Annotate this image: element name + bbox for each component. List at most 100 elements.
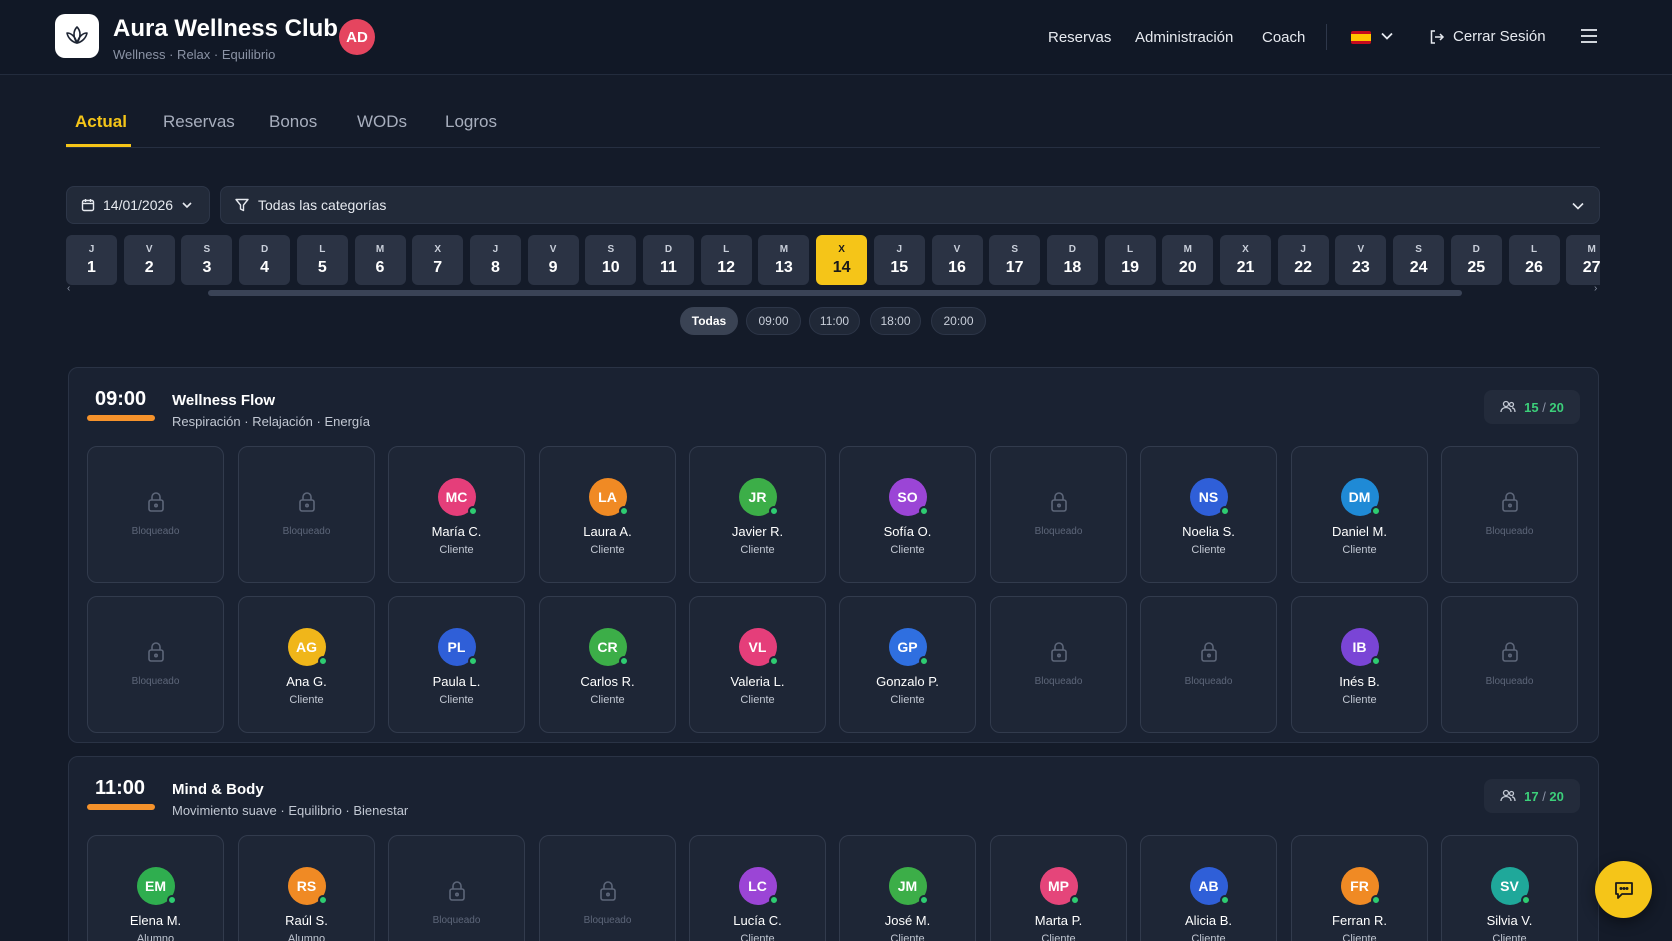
attendee-slot[interactable]: LC Lucía C. Cliente [689, 835, 826, 941]
attendee-role: Cliente [740, 694, 775, 706]
menu-icon[interactable] [1580, 28, 1598, 44]
locked-slot[interactable]: Bloqueado [990, 596, 1127, 733]
user-avatar[interactable]: AD [339, 19, 375, 55]
locked-slot[interactable]: Bloqueado [87, 446, 224, 583]
app-header: Aura Wellness Club Wellness · Relax · Eq… [0, 0, 1672, 75]
attendee-name: Lucía C. [733, 913, 782, 928]
attendee-slot[interactable]: CR Carlos R. Cliente [539, 596, 676, 733]
attendee-slot[interactable]: AG Ana G. Cliente [238, 596, 375, 733]
attendee-slot[interactable]: SO Sofía O. Cliente [839, 446, 976, 583]
day-21[interactable]: X 21 [1220, 235, 1271, 285]
attendee-slot[interactable]: IB Inés B. Cliente [1291, 596, 1428, 733]
locked-slot[interactable]: Bloqueado [990, 446, 1127, 583]
day-2[interactable]: V2 [123, 235, 175, 285]
nav-reservas[interactable]: Reservas [1048, 29, 1111, 46]
day-25[interactable]: D 25 [1450, 235, 1502, 285]
day-4[interactable]: D4 [239, 235, 291, 285]
day-number: 3 [202, 259, 212, 276]
day-8[interactable]: J8 [469, 235, 521, 285]
scroll-right-icon[interactable]: › [1594, 283, 1597, 294]
day-5[interactable]: L5 [296, 235, 348, 285]
attendee-slot[interactable]: SV Silvia V. Cliente [1441, 835, 1578, 941]
tab-wods[interactable]: WODs [357, 112, 407, 132]
attendee-slot[interactable]: MC María C. Cliente [388, 446, 525, 583]
locked-slot[interactable]: Bloqueado [1441, 446, 1578, 583]
locked-slot[interactable]: Bloqueado [539, 835, 676, 941]
locked-slot[interactable]: Bloqueado [87, 596, 224, 733]
day-11[interactable]: D 11 [643, 235, 694, 285]
day-15[interactable]: J 15 [873, 235, 925, 285]
attendee-slot[interactable]: LA Laura A. Cliente [539, 446, 676, 583]
tab-bonos[interactable]: Bonos [269, 112, 317, 132]
day-9[interactable]: V9 [527, 235, 579, 285]
attendee-slot[interactable]: DM Daniel M. Cliente [1291, 446, 1428, 583]
attendee-slot[interactable]: VL Valeria L. Cliente [689, 596, 826, 733]
day-18[interactable]: D 18 [1046, 235, 1098, 285]
day-16[interactable]: V 16 [931, 235, 983, 285]
tab-reservas[interactable]: Reservas [163, 112, 235, 132]
scrollbar-thumb[interactable] [208, 290, 1462, 296]
scroll-left-icon[interactable]: ‹ [67, 283, 70, 294]
day-19[interactable]: L 19 [1104, 235, 1156, 285]
locked-label: Bloqueado [131, 526, 180, 537]
tab-actual[interactable]: Actual [75, 112, 127, 132]
online-status-dot [768, 895, 779, 905]
time-filter-1800[interactable]: 18:00 [870, 307, 921, 335]
day-20[interactable]: M 20 [1162, 235, 1214, 285]
attendee-role: Cliente [890, 694, 925, 706]
day-23[interactable]: V 23 [1335, 235, 1387, 285]
time-filter-0900[interactable]: 09:00 [746, 307, 801, 335]
nav-coach[interactable]: Coach [1262, 29, 1305, 46]
day-12[interactable]: L 12 [700, 235, 752, 285]
nav-administracion[interactable]: Administración [1135, 29, 1233, 46]
app-logo[interactable] [55, 14, 99, 58]
attendee-name: Daniel M. [1332, 524, 1387, 539]
attendee-slot[interactable]: GP Gonzalo P. Cliente [839, 596, 976, 733]
time-filter-todas[interactable]: Todas [680, 307, 738, 335]
attendee-slot[interactable]: MP Marta P. Cliente [990, 835, 1127, 941]
logout-label: Cerrar Sesión [1453, 28, 1546, 45]
attendee-slot[interactable]: EM Elena M. Alumno [87, 835, 224, 941]
day-17[interactable]: S 17 [989, 235, 1041, 285]
day-3[interactable]: S3 [181, 235, 233, 285]
day-letter: J [492, 244, 499, 255]
spain-flag-icon[interactable] [1351, 31, 1371, 44]
lock-icon [448, 881, 465, 901]
locked-slot[interactable]: Bloqueado [1140, 596, 1277, 733]
day-27[interactable]: M 27 [1566, 235, 1600, 285]
day-14[interactable]: X 14 [816, 235, 868, 285]
attendee-name: Ferran R. [1332, 913, 1387, 928]
attendee-slot[interactable]: FR Ferran R. Cliente [1291, 835, 1428, 941]
locked-slot[interactable]: Bloqueado [1441, 596, 1578, 733]
day-13[interactable]: M 13 [758, 235, 810, 285]
day-strip-scrollbar[interactable] [76, 290, 1590, 296]
day-number: 2 [144, 259, 154, 276]
attendee-slot[interactable]: PL Paula L. Cliente [388, 596, 525, 733]
tab-logros[interactable]: Logros [445, 112, 497, 132]
day-number: 27 [1582, 259, 1600, 276]
locked-slot[interactable]: Bloqueado [238, 446, 375, 583]
attendee-slot[interactable]: JR Javier R. Cliente [689, 446, 826, 583]
day-6[interactable]: M6 [354, 235, 406, 285]
attendee-role: Cliente [1041, 933, 1076, 941]
time-filter-2000[interactable]: 20:00 [931, 307, 986, 335]
locked-slot[interactable]: Bloqueado [388, 835, 525, 941]
attendee-slot[interactable]: JM José M. Cliente [839, 835, 976, 941]
day-24[interactable]: S 24 [1393, 235, 1445, 285]
logout-button[interactable]: Cerrar Sesión [1429, 28, 1546, 45]
attendee-slot[interactable]: RS Raúl S. Alumno [238, 835, 375, 941]
time-filter-1100[interactable]: 11:00 [809, 307, 860, 335]
attendee-slot[interactable]: AB Alicia B. Cliente [1140, 835, 1277, 941]
day-1[interactable]: J1 [66, 235, 117, 285]
category-select[interactable]: Todas las categorías [220, 186, 1600, 224]
day-22[interactable]: J 22 [1277, 235, 1329, 285]
date-picker[interactable]: 14/01/2026 [66, 186, 210, 224]
attendee-avatar: MP [1039, 867, 1080, 905]
session-card: 11:00 Mind & Body Movimiento suave · Equil… [68, 756, 1599, 941]
chevron-down-icon[interactable] [1380, 29, 1394, 43]
chat-button[interactable] [1595, 861, 1652, 918]
day-26[interactable]: L 26 [1508, 235, 1560, 285]
day-10[interactable]: S 10 [585, 235, 637, 285]
day-7[interactable]: X7 [412, 235, 464, 285]
attendee-slot[interactable]: NS Noelia S. Cliente [1140, 446, 1277, 583]
